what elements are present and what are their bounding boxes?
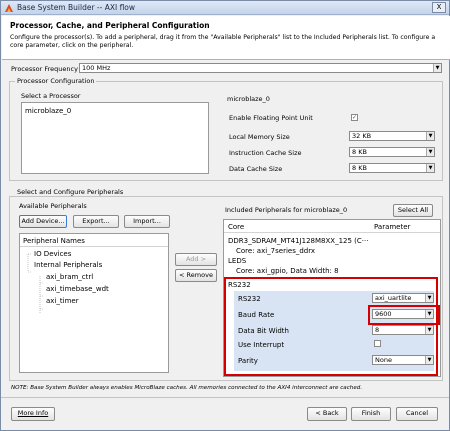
select-all-button[interactable]: Select All [393, 204, 433, 217]
chevron-down-icon: ▼ [426, 148, 434, 156]
tree-item-axi-timer[interactable]: axi_timer [46, 297, 79, 305]
available-peripherals-label: Available Peripherals [19, 202, 87, 210]
processor-list[interactable]: microblaze_0 [21, 102, 209, 174]
chevron-down-icon: ▼ [426, 164, 434, 172]
table-header-divider [224, 232, 440, 233]
page-description: Configure the processor(s). To add a per… [10, 34, 436, 49]
param-width-label: Data Bit Width [238, 327, 289, 335]
finish-button[interactable]: Finish [351, 407, 391, 421]
select-processor-label: Select a Processor [21, 92, 81, 100]
local-memory-value: 32 KB [352, 132, 372, 140]
icache-select[interactable]: 8 KB ▼ [349, 147, 435, 157]
cancel-label: Cancel [405, 409, 429, 417]
chevron-down-icon: ▼ [425, 310, 433, 318]
column-header-core: Core [228, 223, 245, 231]
add-button[interactable]: Add > [175, 253, 217, 266]
icache-label: Instruction Cache Size [229, 149, 302, 157]
included-item-ddr3-core: Core: axi_7series_ddrx [236, 247, 316, 255]
footer-divider [1, 397, 449, 398]
remove-button[interactable]: < Remove [175, 269, 217, 282]
param-baud-value: 9600 [375, 310, 392, 318]
add-label: Add > [185, 255, 207, 263]
window-title: Base System Builder -- AXI flow [17, 3, 136, 12]
import-button[interactable]: Import... [124, 215, 170, 228]
processor-detail-title: microblaze_0 [227, 95, 270, 103]
header-banner: Processor, Cache, and Peripheral Configu… [2, 16, 450, 60]
chevron-down-icon: ▼ [425, 326, 433, 334]
tree-item-axi-bram-ctrl[interactable]: axi_bram_ctrl [46, 273, 93, 281]
chevron-down-icon: ▼ [425, 356, 433, 364]
param-parity-select[interactable]: None ▼ [372, 355, 434, 365]
param-core-label: RS232 [238, 295, 261, 303]
column-header-parameter: Parameter [374, 223, 411, 231]
processor-frequency-label: Processor Frequency [11, 65, 78, 73]
more-info-button[interactable]: More Info [11, 407, 55, 421]
param-width-select[interactable]: 8 ▼ [372, 325, 434, 335]
add-device-button[interactable]: Add Device... [19, 215, 67, 228]
import-label: Import... [133, 217, 161, 225]
processor-frequency-value: 100 MHz [82, 64, 111, 72]
cache-note: NOTE: Base System Builder always enables… [11, 385, 363, 391]
export-button[interactable]: Export... [73, 215, 119, 228]
back-label: < Back [315, 409, 339, 417]
param-width-value: 8 [375, 326, 380, 334]
select-all-label: Select All [397, 206, 429, 214]
param-baud-select[interactable]: 9600 ▼ [372, 309, 434, 319]
dcache-select[interactable]: 8 KB ▼ [349, 163, 435, 173]
local-memory-label: Local Memory Size [229, 133, 290, 141]
param-parity-label: Parity [238, 357, 258, 365]
tree-internal-peripherals[interactable]: Internal Peripherals [34, 261, 102, 269]
included-item-ddr3[interactable]: DDR3_SDRAM_MT41J128M8XX_125 (C··· [228, 237, 368, 245]
param-interrupt-label: Use Interrupt [238, 341, 285, 349]
param-core-value: axi_uartlite [375, 294, 412, 302]
param-interrupt-checkbox[interactable] [374, 340, 381, 347]
fpu-checkbox[interactable]: ✓ [351, 114, 358, 121]
icache-value: 8 KB [352, 148, 367, 156]
close-icon[interactable]: X [432, 2, 446, 13]
chevron-down-icon: ▼ [425, 294, 433, 302]
tree-item-axi-timebase-wdt[interactable]: axi_timebase_wdt [46, 285, 109, 293]
app-icon [5, 4, 13, 12]
fpu-label: Enable Floating Point Unit [229, 114, 313, 122]
included-peripherals-table[interactable]: Core Parameter DDR3_SDRAM_MT41J128M8XX_1… [223, 219, 441, 377]
title-bar[interactable]: Base System Builder -- AXI flow X [1, 1, 449, 15]
included-peripherals-label: Included Peripherals for microblaze_0 [225, 206, 348, 214]
chevron-down-icon: ▼ [433, 64, 441, 72]
back-button[interactable]: < Back [307, 407, 347, 421]
param-parity-value: None [375, 356, 392, 364]
more-info-label: More Info [17, 409, 49, 417]
tree-io-devices[interactable]: IO Devices [34, 250, 71, 258]
processor-config-label: Processor Configuration [15, 77, 97, 85]
remove-label: < Remove [179, 271, 213, 279]
processor-frequency-select[interactable]: 100 MHz ▼ [79, 63, 442, 73]
included-item-leds[interactable]: LEDS [228, 257, 246, 265]
included-item-rs232[interactable]: RS232 [228, 281, 251, 289]
add-device-label: Add Device... [21, 217, 65, 225]
dialog-window: Base System Builder -- AXI flow X Proces… [0, 0, 450, 431]
dcache-label: Data Cache Size [229, 165, 283, 173]
chevron-down-icon: ▼ [426, 132, 434, 140]
cancel-button[interactable]: Cancel [396, 407, 438, 421]
page-title: Processor, Cache, and Peripheral Configu… [10, 21, 210, 30]
available-peripherals-tree[interactable]: Peripheral Names IO Devices Internal Per… [19, 233, 169, 373]
finish-label: Finish [361, 409, 381, 417]
param-core-select[interactable]: axi_uartlite ▼ [372, 293, 434, 303]
export-label: Export... [82, 217, 110, 225]
dcache-value: 8 KB [352, 164, 367, 172]
local-memory-select[interactable]: 32 KB ▼ [349, 131, 435, 141]
processor-item-microblaze-0[interactable]: microblaze_0 [25, 107, 71, 115]
peripherals-group-label: Select and Configure Peripherals [15, 188, 126, 196]
param-baud-label: Baud Rate [238, 311, 275, 319]
included-item-leds-core: Core: axi_gpio, Data Width: 8 [236, 267, 339, 275]
